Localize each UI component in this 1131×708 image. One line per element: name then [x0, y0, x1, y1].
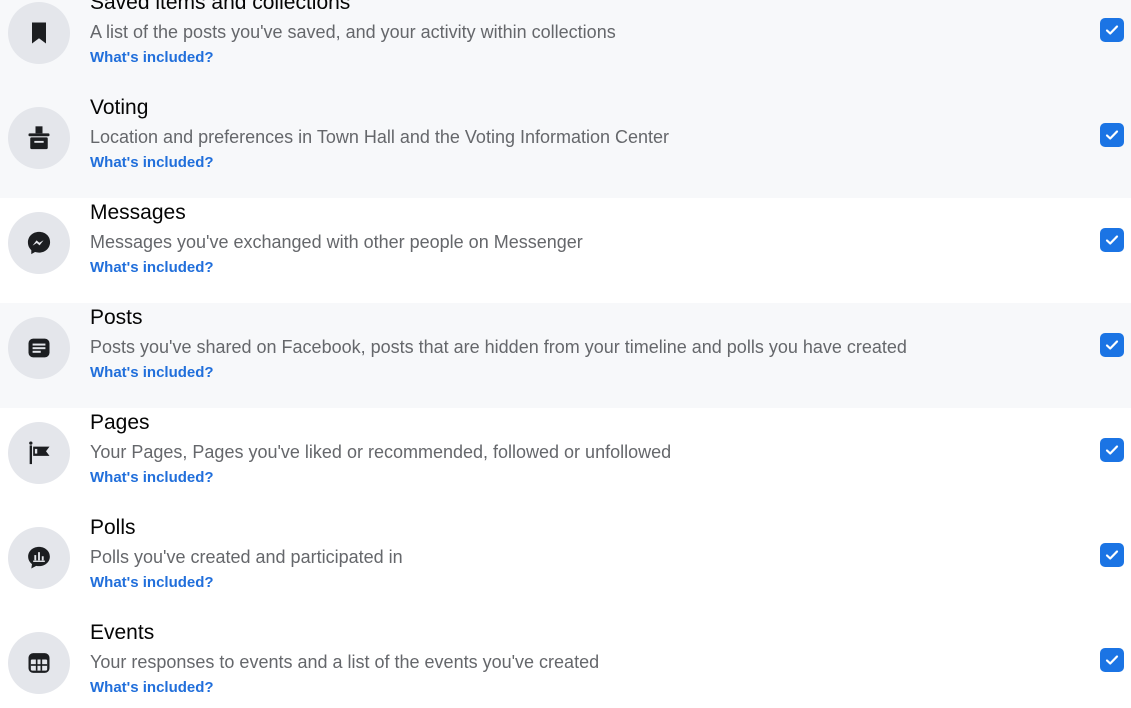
category-title: Events	[90, 621, 155, 644]
whats-included-link[interactable]: What's included?	[90, 469, 214, 487]
category-title: Posts	[90, 306, 143, 329]
category-title: Messages	[90, 201, 186, 224]
category-title: Saved items and collections	[90, 0, 351, 14]
ballot-box-icon	[8, 107, 70, 169]
category-checkbox[interactable]	[1100, 18, 1124, 42]
whats-included-link[interactable]: What's included?	[90, 679, 214, 697]
category-description: Posts you've shared on Facebook, posts t…	[90, 337, 907, 357]
category-row-voting: Voting Location and preferences in Town …	[0, 93, 1131, 198]
category-row-saved-items: Saved items and collections A list of th…	[0, 0, 1131, 93]
category-title: Voting	[90, 96, 149, 119]
category-title: Polls	[90, 516, 136, 539]
poll-icon	[8, 527, 70, 589]
whats-included-link[interactable]: What's included?	[90, 364, 214, 382]
category-checkbox[interactable]	[1100, 123, 1124, 147]
category-description: Location and preferences in Town Hall an…	[90, 127, 670, 147]
category-description: Polls you've created and participated in	[90, 547, 403, 567]
category-checkbox[interactable]	[1100, 333, 1124, 357]
category-description: A list of the posts you've saved, and yo…	[90, 22, 616, 42]
download-categories-list: Saved items and collections A list of th…	[0, 0, 1131, 708]
whats-included-link[interactable]: What's included?	[90, 574, 214, 592]
category-row-polls: Polls Polls you've created and participa…	[0, 513, 1131, 618]
flag-icon	[8, 422, 70, 484]
calendar-icon	[8, 632, 70, 694]
bookmark-icon	[8, 2, 70, 64]
whats-included-link[interactable]: What's included?	[90, 49, 214, 67]
category-checkbox[interactable]	[1100, 228, 1124, 252]
whats-included-link[interactable]: What's included?	[90, 259, 214, 277]
whats-included-link[interactable]: What's included?	[90, 154, 214, 172]
category-checkbox[interactable]	[1100, 543, 1124, 567]
category-row-pages: Pages Your Pages, Pages you've liked or …	[0, 408, 1131, 513]
category-description: Your Pages, Pages you've liked or recomm…	[90, 442, 672, 462]
category-checkbox[interactable]	[1100, 438, 1124, 462]
category-row-posts: Posts Posts you've shared on Facebook, p…	[0, 303, 1131, 408]
post-icon	[8, 317, 70, 379]
category-row-messages: Messages Messages you've exchanged with …	[0, 198, 1131, 303]
messenger-icon	[8, 212, 70, 274]
category-description: Messages you've exchanged with other peo…	[90, 232, 583, 252]
category-description: Your responses to events and a list of t…	[90, 652, 600, 672]
category-row-events: Events Your responses to events and a li…	[0, 618, 1131, 708]
category-checkbox[interactable]	[1100, 648, 1124, 672]
category-title: Pages	[90, 411, 150, 434]
